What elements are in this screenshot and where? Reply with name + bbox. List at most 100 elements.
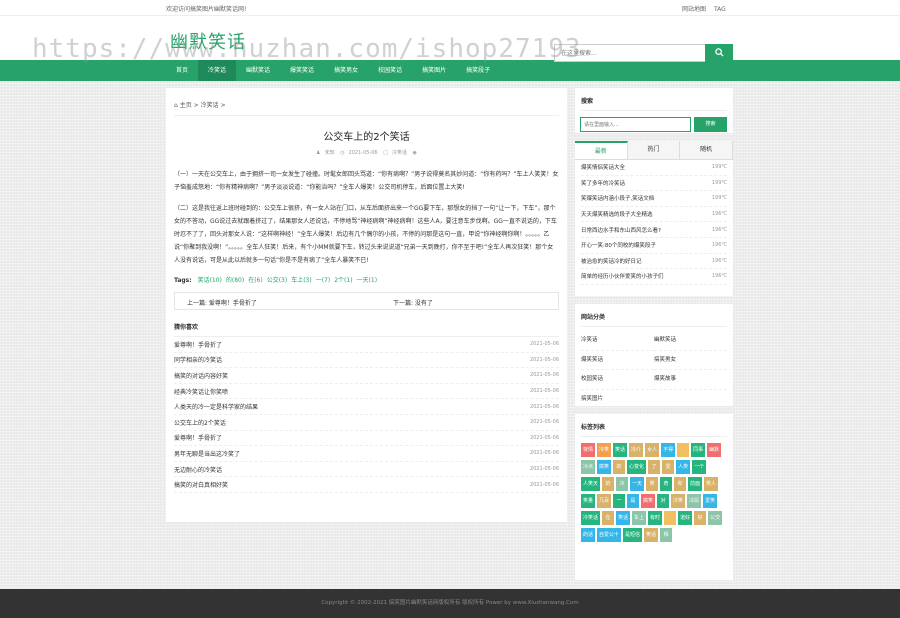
cloud-tag[interactable]: 公交 [708, 511, 723, 525]
list-item[interactable]: 笑爆笑话内涵小段子,笑话文档 199℃ [581, 191, 727, 207]
list-item[interactable]: 男年无聊是当出这冷笑了 2021-05-06 [174, 446, 559, 462]
nav-item[interactable]: 搞笑段子 [456, 60, 500, 81]
cloud-tag[interactable]: 是 [627, 494, 640, 508]
prev-link[interactable]: 上一篇: 爱尊啊！手骨折了 [187, 298, 257, 307]
nav-item[interactable]: 幽默笑话 [236, 60, 280, 81]
article-category[interactable]: 冷笑话 [392, 150, 407, 156]
cloud-tag[interactable]: 是短信 [623, 528, 643, 542]
list-item[interactable]: 经典冷笑话让你笑喷 2021-05-06 [174, 384, 559, 400]
cloud-tag[interactable]: 的话 [581, 528, 596, 542]
cloud-tag[interactable]: 幽默 [707, 443, 722, 457]
hot-link[interactable]: 笑爆笑话内涵小段子,笑话文档 [581, 194, 654, 202]
cloud-tag[interactable]: 爱 [662, 460, 675, 474]
cloud-tag[interactable]: 自爱公十 [597, 528, 622, 542]
category-link[interactable]: 爆笑故事 [654, 370, 727, 390]
cloud-tag[interactable]: 同事 [691, 443, 706, 457]
site-logo[interactable]: 幽默笑话 [170, 28, 246, 54]
category-link[interactable]: 搞笑男女 [654, 351, 727, 370]
article-tag[interactable]: 公交(3) [267, 277, 288, 284]
cloud-tag[interactable]: 车上 [632, 511, 647, 525]
list-item[interactable]: 笑了多年的冷笑话 199℃ [581, 176, 727, 192]
cloud-tag[interactable]: 前面 [688, 477, 703, 491]
cloud-tag[interactable]: 笑话 [644, 528, 659, 542]
sidebar-search-button[interactable]: 搜索 [694, 117, 727, 132]
recommend-link[interactable]: 人类天的冷一定是科学家的结果 [174, 402, 258, 411]
cloud-tag[interactable] [677, 443, 690, 457]
cloud-tag[interactable]: 心变化 [627, 460, 647, 474]
cloud-tag[interactable]: 冷点 [581, 460, 596, 474]
sitemap-link[interactable]: 网站地图 [682, 6, 706, 13]
cloud-tag[interactable]: 冷介 [629, 443, 644, 457]
list-item[interactable]: 天天爆笑精选的段子大全精选 196℃ [581, 207, 727, 223]
cloud-tag[interactable]: 冷 [616, 477, 629, 491]
hot-link[interactable]: 简单的经历小伙伴爱笑的小孩子们 [581, 272, 664, 280]
list-item[interactable]: 爆笑情侣笑话大全 199℃ [581, 160, 727, 176]
recommend-link[interactable]: 搞笑的对白真相好笑 [174, 480, 228, 489]
next-link[interactable]: 下一篇: 没有了 [393, 298, 433, 307]
list-item[interactable]: 爱尊啊！手骨折了 2021-05-06 [174, 431, 559, 447]
nav-item[interactable]: 搞笑图片 [412, 60, 456, 81]
recommend-link[interactable]: 搞笑的对话内容好笑 [174, 371, 228, 380]
cloud-tag[interactable]: 道好 [678, 511, 693, 525]
recommend-link[interactable]: 无边耐心的冷笑话 [174, 465, 222, 474]
tag-link[interactable]: TAG [714, 6, 726, 13]
cloud-tag[interactable]: 相 [660, 528, 673, 542]
recommend-link[interactable]: 爱尊啊！手骨折了 [174, 340, 222, 349]
category-link[interactable]: 爆笑笑话 [581, 351, 654, 370]
hot-link[interactable]: 天天爆笑精选的段子大全精选 [581, 210, 653, 218]
list-item[interactable]: 公交车上的2个笑话 2021-05-06 [174, 415, 559, 431]
breadcrumb-home[interactable]: 主页 [180, 102, 192, 109]
list-item[interactable]: 日常西边水手和东山西风怎么看? 196℃ [581, 222, 727, 238]
cloud-tag[interactable]: 笑量 [581, 494, 596, 508]
hot-link[interactable]: 爆笑情侣笑话大全 [581, 163, 625, 171]
cloud-tag[interactable]: 一 [613, 494, 626, 508]
nav-item[interactable]: 冷笑话 [198, 60, 237, 81]
cloud-tag[interactable]: 在 [602, 511, 615, 525]
cloud-tag[interactable]: 的 [602, 477, 615, 491]
cloud-tag[interactable]: 男人 [704, 477, 719, 491]
cloud-tag[interactable]: 了 [648, 460, 661, 474]
nav-item[interactable]: 首页 [166, 60, 198, 81]
cloud-tag[interactable]: 冷笑话 [581, 511, 601, 525]
cloud-tag[interactable]: 搞笑 [641, 494, 656, 508]
article-tag[interactable]: 2个(1) [334, 277, 352, 284]
article-tag[interactable]: 一天(1) [357, 277, 378, 284]
header-search-input[interactable] [555, 45, 705, 61]
nav-item[interactable]: 校园笑话 [368, 60, 412, 81]
list-item[interactable]: 被治愈的笑话冷的好日记 196℃ [581, 254, 727, 270]
recommend-link[interactable]: 男年无聊是当出这冷笑了 [174, 449, 240, 458]
header-search-button[interactable] [705, 44, 733, 62]
recommend-link[interactable]: 同学相亲的冷笑话 [174, 355, 222, 364]
article-tag[interactable]: 笑话(10) [198, 277, 222, 284]
cloud-tag[interactable]: 人类 [676, 460, 691, 474]
article-tag[interactable]: 车上(3) [291, 277, 312, 284]
cloud-tag[interactable]: 不得 [661, 443, 676, 457]
nav-item[interactable]: 爆笑笑话 [280, 60, 324, 81]
hot-link[interactable]: 日常西边水手和东山西风怎么看? [581, 226, 661, 234]
cloud-tag[interactable]: 人笑天 [581, 477, 601, 491]
recommend-link[interactable]: 爱尊啊！手骨折了 [174, 433, 222, 442]
cloud-tag[interactable]: 的 [613, 460, 626, 474]
list-item[interactable]: 开心一笑:80个同校的爆笑段子 196℃ [581, 238, 727, 254]
hot-link[interactable]: 笑了多年的冷笑话 [581, 179, 625, 187]
cloud-tag[interactable]: 几百 [597, 494, 612, 508]
hot-link[interactable]: 开心一笑:80个同校的爆笑段子 [581, 241, 656, 249]
category-link[interactable]: 搞笑图片 [581, 390, 654, 409]
recommend-link[interactable]: 公交车上的2个笑话 [174, 418, 226, 427]
tab-hot-0[interactable]: 最新 [575, 141, 628, 159]
nav-item[interactable]: 搞笑男女 [324, 60, 368, 81]
cloud-tag[interactable]: 搞笑 [597, 460, 612, 474]
article-tag[interactable]: 在(6) [248, 277, 263, 284]
tab-hot-2[interactable]: 随机 [680, 141, 734, 159]
recommend-link[interactable]: 经典冷笑话让你笑喷 [174, 387, 228, 396]
breadcrumb-category[interactable]: 冷笑话 [201, 102, 219, 109]
cloud-tag[interactable]: 夜情 [581, 443, 596, 457]
cloud-tag[interactable]: 有时 [648, 511, 663, 525]
category-link[interactable]: 幽默笑话 [654, 331, 727, 351]
cloud-tag[interactable]: 笑话 [613, 443, 628, 457]
cloud-tag[interactable]: 你 [674, 477, 687, 491]
cloud-tag[interactable]: 一天 [630, 477, 645, 491]
cloud-tag[interactable]: 冷笑 [671, 494, 686, 508]
category-link[interactable]: 校园笑话 [581, 370, 654, 390]
cloud-tag[interactable] [664, 511, 677, 525]
